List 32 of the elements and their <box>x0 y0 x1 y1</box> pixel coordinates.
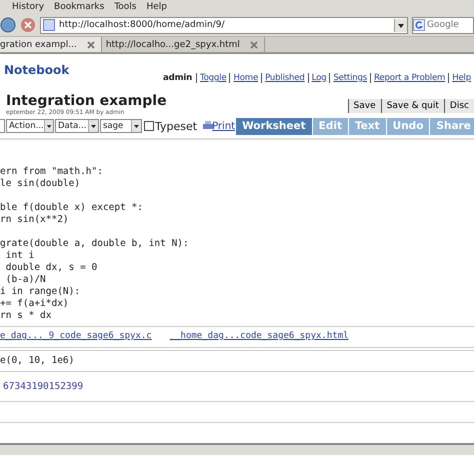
save-button[interactable]: Save & quit <box>380 99 444 113</box>
save-button[interactable]: Disc <box>444 99 474 113</box>
file-link[interactable]: e_dag..._9_code_sage6_spyx.c <box>0 331 152 341</box>
code-input[interactable]: e(0, 10, 1e6) <box>0 350 474 372</box>
browser-tab[interactable]: http://localho...ge2_spyx.html <box>102 37 265 52</box>
mode-tab[interactable]: Worksheet <box>236 118 312 134</box>
nav-link[interactable]: Toggle <box>196 73 230 83</box>
browser-tab[interactable]: gration exampl... <box>0 37 102 52</box>
menu-item[interactable]: History <box>12 2 44 12</box>
cell-output: 67343190152399 <box>0 372 474 402</box>
file-link[interactable]: __home_dag...code_sage6_spyx.html <box>170 331 349 341</box>
menu-item[interactable]: Tools <box>114 2 136 12</box>
dropdown-select[interactable]: sage <box>100 119 142 133</box>
nav-link[interactable]: Log <box>308 73 330 83</box>
menu-item[interactable]: Bookmarks <box>54 2 104 12</box>
nav-link[interactable]: Report a Problem <box>370 73 448 83</box>
nav-link[interactable]: Home <box>229 73 262 83</box>
menu-item[interactable]: Help <box>146 2 168 12</box>
save-button[interactable]: Save <box>348 99 381 113</box>
code-input[interactable]: ern from "math.h": le sin(double) ble f(double x) except *: rn sin(x**2) grate(double a, double b, int N): int i double dx, s = 0 (b-a)/N i in range(N): += f(a+i*dx) rn s * dx <box>0 166 474 327</box>
address-field[interactable]: http://localhost:8000/home/admin/9/ <box>40 16 408 34</box>
nav-link[interactable]: Settings <box>329 73 370 83</box>
dropdown-select[interactable]: Action... <box>6 119 54 133</box>
username: admin <box>163 73 192 83</box>
print-link[interactable]: Print <box>212 120 236 132</box>
search-field[interactable]: Google <box>412 16 474 34</box>
typeset-label: Typeset <box>155 120 198 132</box>
worksheet-title: Integration example <box>6 93 167 109</box>
nav-link[interactable]: Published <box>261 73 308 83</box>
nav-link[interactable]: Help <box>448 73 474 83</box>
notebook-title: Notebook <box>4 63 70 77</box>
dropdown-select[interactable]: Data... <box>55 119 99 133</box>
